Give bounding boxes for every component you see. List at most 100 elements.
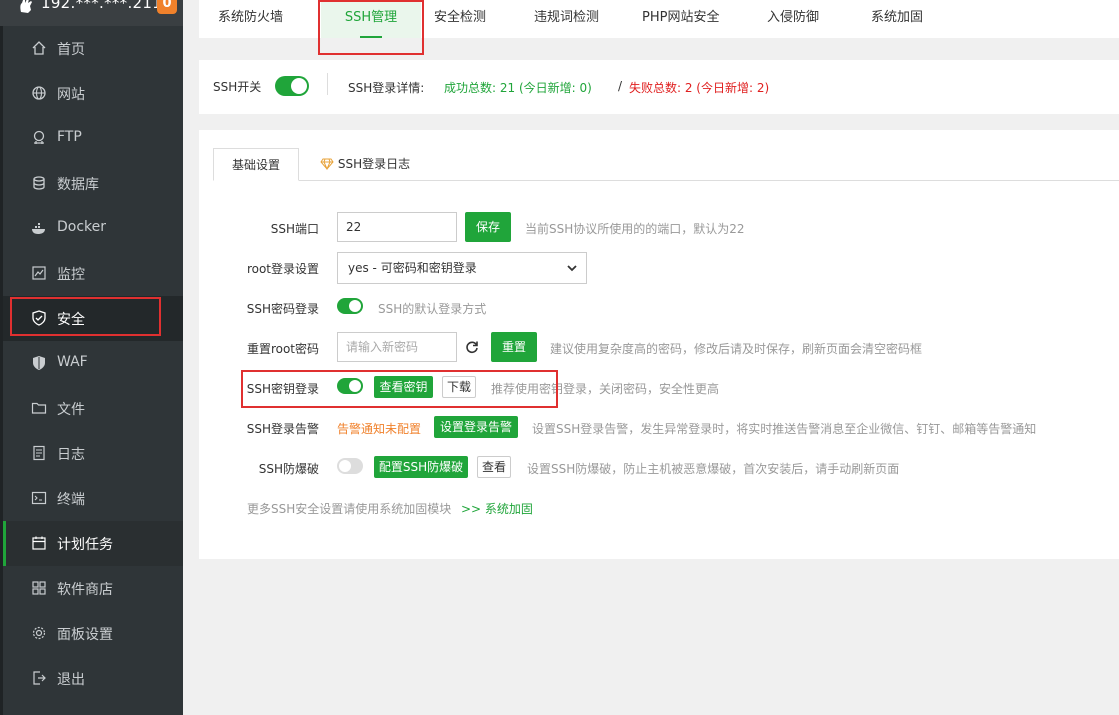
tab-firewall[interactable]: 系统防火墙 xyxy=(218,0,283,38)
hardening-link[interactable]: >> 系统加固 xyxy=(461,500,533,517)
ssh-status-panel: SSH开关 SSH登录详情: 成功总数: 21 (今日新增: 0) / 失败总数… xyxy=(199,60,1119,114)
key-login-desc: 推荐使用密钥登录，关闭密码，安全性更高 xyxy=(491,382,720,396)
root-login-value: yes - 可密码和密钥登录 xyxy=(348,261,477,275)
sidebar-item-logout[interactable]: 退出 xyxy=(3,656,183,701)
sidebar-item-settings[interactable]: 面板设置 xyxy=(3,611,183,656)
diamond-icon xyxy=(320,158,334,171)
new-password-input[interactable]: 请输入新密码 xyxy=(337,332,457,362)
tab-php-security[interactable]: PHP网站安全 xyxy=(642,0,719,38)
calendar-icon xyxy=(32,536,46,550)
alert-status: 告警通知未配置 xyxy=(337,422,422,436)
tab-security-check[interactable]: 安全检测 xyxy=(434,0,486,38)
tab-label: 系统加固 xyxy=(871,10,924,25)
tab-label: SSH管理 xyxy=(344,10,398,25)
port-input[interactable]: 22 xyxy=(337,212,457,242)
ssh-switch-label: SSH开关 xyxy=(213,80,262,94)
sidebar-item-home[interactable]: 首页 xyxy=(3,26,183,71)
set-alert-button[interactable]: 设置登录告警 xyxy=(434,416,518,438)
download-key-button[interactable]: 下载 xyxy=(442,376,476,398)
reset-button[interactable]: 重置 xyxy=(491,332,537,362)
view-brute-force-button[interactable]: 查看 xyxy=(477,456,511,478)
sidebar-item-security[interactable]: 安全 xyxy=(3,296,183,341)
more-settings-text: 更多SSH安全设置请使用系统加固模块 xyxy=(247,502,452,516)
server-header[interactable]: 192.***.***.211 0 xyxy=(0,0,183,26)
docker-icon xyxy=(32,223,45,234)
top-tabs: 系统防火墙 SSH管理 安全检测 违规词检测 PHP网站安全 入侵防御 系统加固 xyxy=(199,0,1119,38)
sidebar-item-label: Docker xyxy=(57,219,107,235)
tab-label: 基础设置 xyxy=(232,158,281,172)
sidebar-item-label: 监控 xyxy=(57,267,85,283)
login-alert-label: SSH登录告警 xyxy=(246,422,319,436)
log-icon xyxy=(33,445,45,461)
tab-intrusion[interactable]: 入侵防御 xyxy=(767,0,819,38)
inner-tabs: 基础设置 SSH登录日志 xyxy=(213,148,1119,181)
shield-check-icon xyxy=(32,310,46,326)
key-login-toggle[interactable] xyxy=(337,378,363,394)
save-button[interactable]: 保存 xyxy=(465,212,511,242)
alert-desc: 设置SSH登录告警，发生异常登录时，将实时推送告警消息至企业微信、钉钉、邮箱等告… xyxy=(532,422,1037,436)
tab-basic-settings[interactable]: 基础设置 xyxy=(213,148,300,181)
tab-ssh-login-log[interactable]: SSH登录日志 xyxy=(320,148,410,181)
root-login-label: root登录设置 xyxy=(246,262,319,276)
password-login-label: SSH密码登录 xyxy=(246,302,319,316)
ftp-icon xyxy=(33,130,45,144)
tab-label: PHP网站安全 xyxy=(642,10,720,25)
root-login-select[interactable]: yes - 可密码和密钥登录 xyxy=(337,252,587,284)
ssh-switch-toggle[interactable] xyxy=(275,76,309,96)
tab-ssh[interactable]: SSH管理 xyxy=(321,0,421,38)
sidebar-item-terminal[interactable]: 终端 xyxy=(3,476,183,521)
refresh-icon[interactable] xyxy=(465,340,479,354)
gear-icon xyxy=(32,626,46,640)
sidebar-item-monitor[interactable]: 监控 xyxy=(3,251,183,296)
sidebar-item-website[interactable]: 网站 xyxy=(3,71,183,116)
tab-label: 安全检测 xyxy=(434,10,487,25)
tab-hardening[interactable]: 系统加固 xyxy=(871,0,923,38)
reset-desc: 建议使用复杂度高的密码，修改后请及时保存，刷新页面会清空密码框 xyxy=(550,342,923,356)
sidebar-item-ftp[interactable]: FTP xyxy=(3,116,183,161)
brute-force-label: SSH防爆破 xyxy=(258,462,319,476)
server-name: 192.***.***.211 xyxy=(41,0,163,12)
sidebar-item-database[interactable]: 数据库 xyxy=(3,161,183,206)
tab-label: 违规词检测 xyxy=(534,10,600,25)
tab-label: 系统防火墙 xyxy=(218,10,284,25)
brute-force-desc: 设置SSH防爆破，防止主机被恶意爆破，首次安装后，请手动刷新页面 xyxy=(527,462,900,476)
config-brute-force-button[interactable]: 配置SSH防爆破 xyxy=(374,456,468,478)
sidebar-item-label: 首页 xyxy=(57,42,85,58)
sidebar-item-label: 终端 xyxy=(57,492,85,508)
sidebar-item-label: 数据库 xyxy=(57,177,99,193)
port-desc: 当前SSH协议所使用的的端口，默认为22 xyxy=(525,222,745,236)
sidebar-item-logs[interactable]: 日志 xyxy=(3,431,183,476)
sidebar-item-label: 安全 xyxy=(57,312,85,328)
sidebar-item-label: 退出 xyxy=(57,672,85,688)
sidebar-item-label: 日志 xyxy=(57,447,85,463)
sidebar-item-label: WAF xyxy=(57,354,88,370)
sidebar-item-docker[interactable]: Docker xyxy=(3,206,183,251)
sidebar: 192.***.***.211 0 首页 网站 FTP 数据库 Docker 监… xyxy=(0,0,183,715)
globe-icon xyxy=(32,86,46,100)
fail-count: 失败总数: 2 (今日新增: 2) xyxy=(629,81,770,95)
terminal-icon xyxy=(31,491,47,505)
folder-icon xyxy=(31,402,47,414)
hand-logo-icon xyxy=(20,0,32,13)
key-login-label: SSH密钥登录 xyxy=(246,382,319,396)
password-login-toggle[interactable] xyxy=(337,298,363,314)
brute-force-toggle[interactable] xyxy=(337,458,363,474)
tab-violation-words[interactable]: 违规词检测 xyxy=(534,0,599,38)
tab-label: SSH登录日志 xyxy=(337,157,411,171)
sidebar-item-label: FTP xyxy=(57,129,82,145)
sidebar-item-waf[interactable]: WAF xyxy=(3,341,183,386)
separator: / xyxy=(618,79,623,93)
sidebar-item-label: 网站 xyxy=(57,87,85,103)
sidebar-item-label: 计划任务 xyxy=(57,537,113,553)
view-key-button[interactable]: 查看密钥 xyxy=(374,376,433,398)
sidebar-item-files[interactable]: 文件 xyxy=(3,386,183,431)
sidebar-item-store[interactable]: 软件商店 xyxy=(3,566,183,611)
notification-badge[interactable]: 0 xyxy=(157,0,177,14)
success-count: 成功总数: 21 (今日新增: 0) xyxy=(444,81,592,95)
logout-icon xyxy=(33,671,46,685)
sidebar-item-cron[interactable]: 计划任务 xyxy=(3,521,183,566)
divider xyxy=(327,73,328,95)
sidebar-item-label: 软件商店 xyxy=(57,582,113,598)
password-login-desc: SSH的默认登录方式 xyxy=(378,302,487,316)
database-icon xyxy=(33,176,45,190)
